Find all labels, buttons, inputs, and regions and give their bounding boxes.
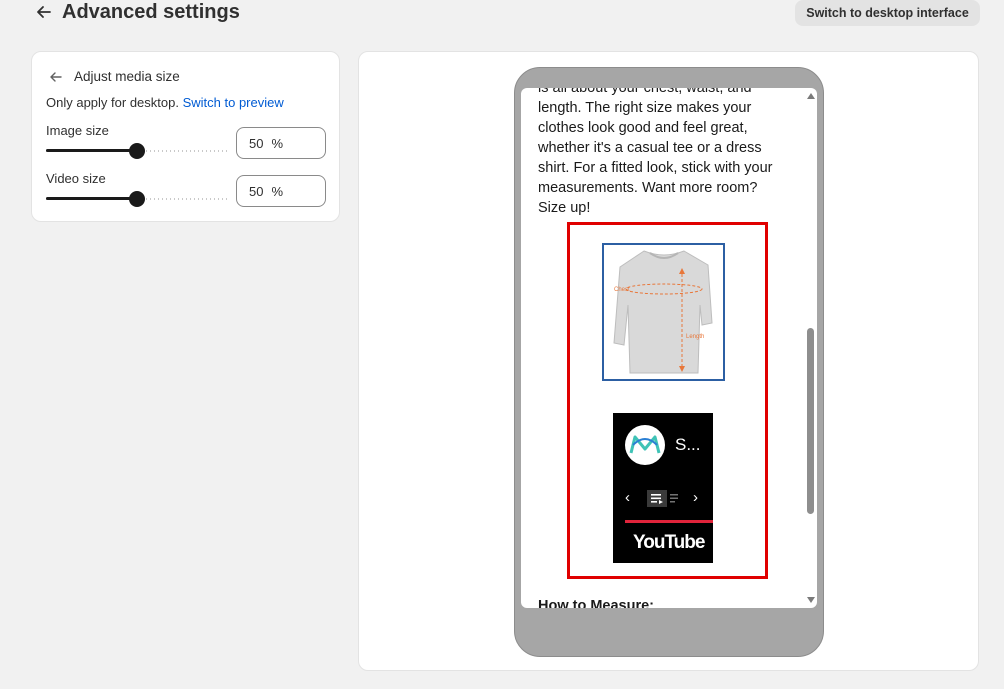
article-body-text: is all about your chest, waist, and leng… [538,88,773,216]
playlist-secondary-icon [670,494,678,503]
top-bar: Advanced settings Switch to desktop inte… [0,0,1004,30]
scroll-down-icon[interactable] [807,597,815,603]
page-title: Advanced settings [62,1,240,23]
prev-icon[interactable]: ‹ [625,489,630,506]
switch-to-preview-link[interactable]: Switch to preview [183,95,284,110]
apply-note-text: Only apply for desktop. [46,95,179,110]
apply-note: Only apply for desktop. Switch to previe… [46,95,284,111]
image-size-value: 50 [249,135,264,151]
youtube-embed[interactable]: S... ‹ › YouTube [613,413,713,563]
back-arrow-icon[interactable] [34,2,54,22]
youtube-logo: YouTube [633,532,705,553]
length-label: Length [686,334,704,340]
channel-logo-icon [629,435,661,454]
media-highlight-box: Chest Length S... ‹ › YouTube [567,222,768,579]
video-progress-bar [625,520,713,523]
video-size-slider[interactable] [46,191,228,207]
video-title: S... [675,435,701,454]
slider-thumb[interactable] [129,143,145,159]
playlist-icon[interactable] [647,490,667,507]
chest-label: Chest [614,287,630,293]
next-icon[interactable]: › [693,489,698,506]
scroll-up-icon[interactable] [807,93,815,99]
scroll-thumb[interactable] [807,328,814,514]
card-back-icon[interactable] [48,69,64,85]
tshirt-measurement-image: Chest Length [602,243,725,381]
card-title: Adjust media size [74,69,180,84]
image-size-slider[interactable] [46,143,228,159]
video-size-input[interactable]: 50 % [236,175,326,207]
slider-fill [46,149,137,152]
preview-panel: is all about your chest, waist, and leng… [358,51,979,671]
slider-thumb[interactable] [129,191,145,207]
adjust-media-size-card: Adjust media size Only apply for desktop… [31,51,340,222]
video-size-value: 50 [249,183,264,199]
image-size-input[interactable]: 50 % [236,127,326,159]
phone-frame: is all about your chest, waist, and leng… [514,67,824,657]
video-size-unit: % [271,183,284,199]
switch-to-desktop-button[interactable]: Switch to desktop interface [795,0,980,26]
slider-fill [46,197,137,200]
image-size-unit: % [271,135,284,151]
phone-screen[interactable]: is all about your chest, waist, and leng… [521,88,817,608]
video-size-label: Video size [46,171,106,186]
preview-scrollbar[interactable] [805,88,817,608]
how-to-measure-heading: How to Measure: [538,598,655,608]
channel-avatar [625,425,665,465]
image-size-label: Image size [46,123,109,138]
tshirt-illustration: Chest Length [613,250,713,374]
